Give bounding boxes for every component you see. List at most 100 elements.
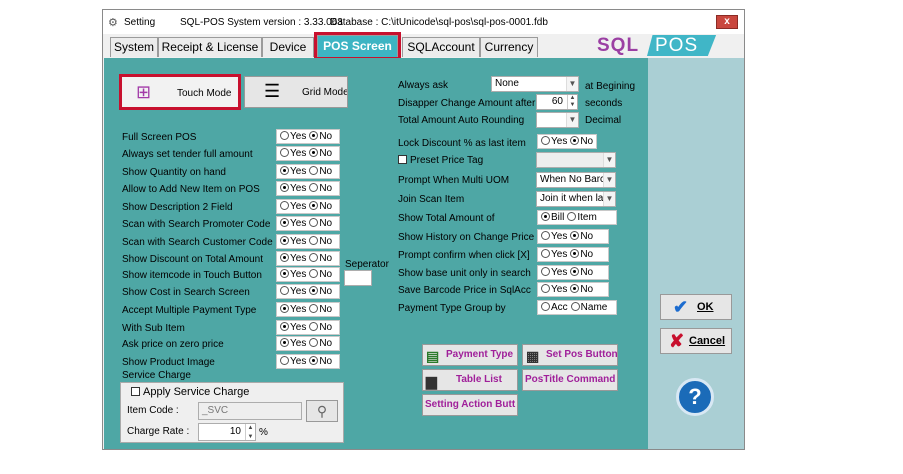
radio-yes[interactable] xyxy=(541,249,550,258)
radio-yes[interactable] xyxy=(541,284,550,293)
radio-yes[interactable] xyxy=(280,286,289,295)
join-scan-select[interactable]: Join it when la: ▼ xyxy=(536,191,616,207)
radio-no[interactable] xyxy=(309,338,319,347)
charge-rate-label: Charge Rate : xyxy=(127,426,190,437)
pos-title-command-button[interactable]: PosTitle Command xyxy=(522,369,618,391)
tab-receipt-license[interactable]: Receipt & License xyxy=(158,37,262,57)
option-yesno-radio[interactable]: Yes No xyxy=(276,129,340,144)
radio-yes[interactable] xyxy=(280,218,289,227)
radio-yes[interactable] xyxy=(280,183,289,192)
tab-sqlaccount[interactable]: SQLAccount xyxy=(402,37,480,57)
option-yesno-radio[interactable]: Yes No xyxy=(276,234,340,249)
close-button[interactable]: x xyxy=(716,15,738,29)
touch-mode-button[interactable]: ⊞ Touch Mode xyxy=(119,74,241,110)
radio-yes[interactable] xyxy=(541,231,550,240)
rounding-select[interactable]: ▼ xyxy=(536,112,579,128)
radio-yes[interactable] xyxy=(280,236,289,245)
radio-yes[interactable] xyxy=(541,267,550,276)
multi-uom-select[interactable]: When No Barc ▼ xyxy=(536,172,616,188)
search-icon[interactable]: ⚲ xyxy=(306,400,338,422)
option-yesno-radio[interactable]: Yes No xyxy=(276,199,340,214)
option-yesno-radio[interactable]: Yes No xyxy=(276,146,340,161)
radio-no[interactable] xyxy=(570,249,580,258)
radio-no[interactable] xyxy=(309,286,319,295)
option-label: Show Description 2 Field xyxy=(122,202,233,213)
right-option-yesno-radio[interactable]: Yes No xyxy=(537,265,609,280)
radio-no[interactable] xyxy=(309,201,319,210)
window-title: Setting xyxy=(124,17,156,28)
radio-yes[interactable] xyxy=(280,356,289,365)
title-bar: ⚙ Setting SQL-POS System version : 3.33.… xyxy=(103,10,744,34)
option-yesno-radio[interactable]: Yes No xyxy=(276,164,340,179)
right-option-yesno-radio[interactable]: Yes No xyxy=(537,229,609,244)
table-list-button[interactable]: ▆ Table List xyxy=(422,369,518,391)
item-code-field[interactable]: _SVC xyxy=(198,402,302,420)
disappear-seconds-field[interactable]: 60 ▲ ▼ xyxy=(536,94,578,110)
radio-no[interactable] xyxy=(309,253,319,262)
payment-group-radio[interactable]: Acc Name xyxy=(537,300,617,315)
chevron-down-icon: ▼ xyxy=(603,153,615,167)
radio-no[interactable] xyxy=(309,148,319,157)
side-actions: ✔ OK ✘ Cancel ? xyxy=(648,58,744,449)
option-label: Show Discount on Total Amount xyxy=(122,254,264,265)
total-amount-of-radio[interactable]: Bill Item xyxy=(537,210,617,225)
payment-type-button[interactable]: ▤ Payment Type xyxy=(422,344,518,366)
cancel-button[interactable]: ✘ Cancel xyxy=(660,328,732,354)
right-option-yesno-radio[interactable]: Yes No xyxy=(537,282,609,297)
tab-highlight xyxy=(314,32,401,60)
radio-yes[interactable] xyxy=(280,131,289,140)
option-yesno-radio[interactable]: Yes No xyxy=(276,284,340,299)
radio-yes[interactable] xyxy=(280,201,289,210)
grid-mode-button[interactable]: ☰ Grid Mode xyxy=(244,76,348,108)
radio-no[interactable] xyxy=(570,231,580,240)
radio-yes[interactable] xyxy=(280,166,289,175)
apply-service-charge-checkbox[interactable]: Apply Service Charge xyxy=(131,386,249,398)
option-yesno-radio[interactable]: Yes No xyxy=(276,302,340,317)
radio-no[interactable] xyxy=(309,356,319,365)
option-label: Scan with Search Customer Code xyxy=(122,237,273,248)
option-yesno-radio[interactable]: Yes No xyxy=(276,267,340,282)
radio-no[interactable] xyxy=(309,166,319,175)
radio-no[interactable] xyxy=(309,218,319,227)
separator-field[interactable] xyxy=(344,270,372,286)
help-icon[interactable]: ? xyxy=(676,378,714,416)
radio-yes[interactable] xyxy=(280,338,289,347)
radio-no[interactable] xyxy=(309,322,319,331)
always-ask-select[interactable]: None ▼ xyxy=(491,76,579,92)
charge-rate-field[interactable]: 10 ▲ ▼ xyxy=(198,423,256,441)
option-label: Show Cost in Search Screen xyxy=(122,287,250,298)
tab-system[interactable]: System xyxy=(110,37,158,57)
radio-no[interactable] xyxy=(570,284,580,293)
ok-button[interactable]: ✔ OK xyxy=(660,294,732,320)
preset-price-checkbox[interactable]: Preset Price Tag xyxy=(398,155,483,167)
radio-no[interactable] xyxy=(309,269,319,278)
tab-device[interactable]: Device xyxy=(262,37,314,57)
option-yesno-radio[interactable]: Yes No xyxy=(276,320,340,335)
radio-yes[interactable] xyxy=(280,322,289,331)
radio-yes[interactable] xyxy=(280,253,289,262)
radio-no[interactable] xyxy=(309,183,319,192)
radio-yes[interactable] xyxy=(280,148,289,157)
spinner-icon[interactable]: ▲ ▼ xyxy=(245,424,255,440)
total-amount-of-label: Show Total Amount of xyxy=(398,213,495,224)
radio-no[interactable] xyxy=(309,304,319,313)
option-yesno-radio[interactable]: Yes No xyxy=(276,216,340,231)
right-option-yesno-radio[interactable]: Yes No xyxy=(537,247,609,262)
option-yesno-radio[interactable]: Yes No xyxy=(276,251,340,266)
touch-grid-icon: ⊞ xyxy=(136,82,152,102)
tab-currency[interactable]: Currency xyxy=(480,37,538,57)
lock-discount-radio[interactable]: Yes No xyxy=(537,134,597,149)
option-yesno-radio[interactable]: Yes No xyxy=(276,181,340,196)
radio-no[interactable] xyxy=(570,267,580,276)
radio-yes[interactable] xyxy=(280,269,289,278)
radio-no[interactable] xyxy=(309,131,319,140)
option-yesno-radio[interactable]: Yes No xyxy=(276,354,340,369)
join-scan-label: Join Scan Item xyxy=(398,194,465,205)
option-yesno-radio[interactable]: Yes No xyxy=(276,336,340,351)
setting-action-button[interactable]: Setting Action Butt xyxy=(422,394,518,416)
radio-yes[interactable] xyxy=(280,304,289,313)
radio-no[interactable] xyxy=(309,236,319,245)
set-pos-button[interactable]: ▦ Set Pos Button xyxy=(522,344,618,366)
preset-price-select[interactable]: ▼ xyxy=(536,152,616,168)
spinner-icon[interactable]: ▲ ▼ xyxy=(567,95,577,109)
